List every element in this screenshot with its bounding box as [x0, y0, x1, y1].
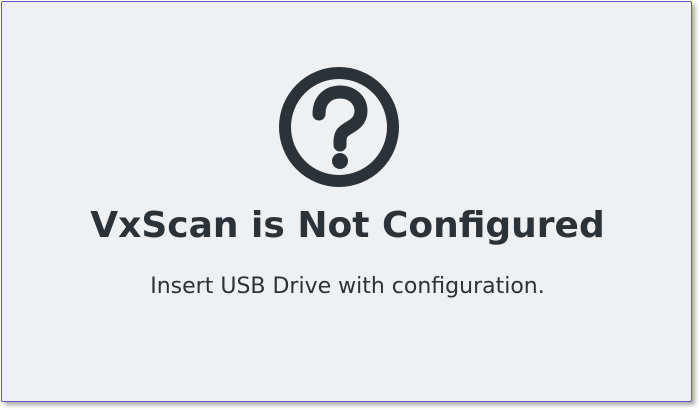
page-title: VxScan is Not Configured — [90, 205, 605, 246]
app-window: VxScan is Not Configured Insert USB Driv… — [0, 0, 700, 410]
instruction-message: Insert USB Drive with configuration. — [150, 274, 545, 299]
question-circle-icon — [277, 65, 401, 189]
not-configured-screen: VxScan is Not Configured Insert USB Driv… — [1, 1, 692, 402]
